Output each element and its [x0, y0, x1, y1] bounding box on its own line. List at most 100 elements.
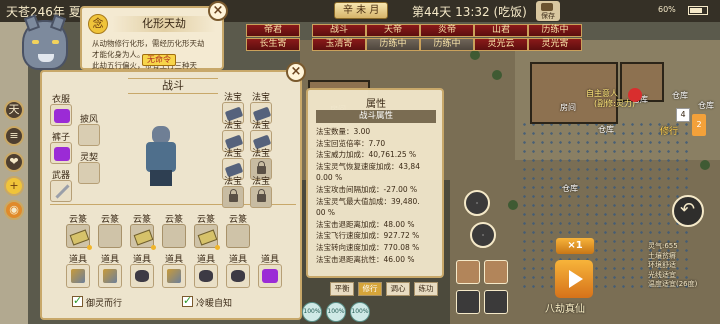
- purple-item-icon: [262, 269, 278, 283]
- side-btn-plus[interactable]: +: [4, 176, 24, 196]
- attribute-row: 法宝数量：3.00: [316, 127, 371, 136]
- faction-tag[interactable]: 灵光寄: [528, 38, 582, 51]
- speed-button[interactable]: ×1: [556, 238, 594, 254]
- skill-icon[interactable]: [484, 290, 508, 314]
- round-action-button[interactable]: ·: [470, 222, 496, 248]
- attribute-row: 法宝击退距离抗性：46.00 %: [316, 254, 415, 264]
- skill-icon[interactable]: [456, 290, 480, 314]
- tool-slot[interactable]: [226, 264, 250, 288]
- equip-slot[interactable]: [78, 124, 100, 146]
- side-btn-menu[interactable]: ≡: [4, 126, 24, 146]
- wolf-mouth-icon: [38, 54, 54, 62]
- tool-slot[interactable]: [130, 264, 154, 288]
- quest-close-button[interactable]: ×: [208, 1, 228, 21]
- heart-icon: ❤: [9, 155, 19, 168]
- info-line: 光线适宜: [648, 270, 676, 279]
- faction-tag[interactable]: 帝君: [246, 24, 300, 37]
- quest-panel: 念 化形天劫 从动物修行化形，需经历化形天劫 才能化身为人。 此劫五行偏火，带有…: [80, 6, 224, 70]
- attribute-row: 法宝击退距离加成：48.00 %: [316, 219, 415, 229]
- tool-slot[interactable]: [66, 264, 90, 288]
- cloud-seal-slot[interactable]: [66, 224, 92, 250]
- cloud-seal-slot[interactable]: [98, 224, 122, 248]
- side-btn-orb[interactable]: ◉: [4, 200, 24, 220]
- attributes-title: 属性: [340, 95, 412, 111]
- attributes-subtitle: 战斗属性: [316, 110, 436, 123]
- mode-button[interactable]: 练功: [414, 282, 438, 296]
- tool-slot[interactable]: [258, 264, 282, 288]
- skill-icon[interactable]: [484, 260, 508, 284]
- store-label: 仓库: [672, 91, 688, 100]
- star-dot-icon: [215, 245, 220, 250]
- tile-item-icon: [71, 269, 85, 283]
- option-checkbox[interactable]: [182, 294, 193, 307]
- quest-title: 化形天劫: [112, 16, 216, 32]
- mode-button[interactable]: 平衡: [330, 282, 354, 296]
- equip-slot[interactable]: [50, 142, 72, 164]
- no-command-stamp: 无命令: [142, 54, 176, 66]
- side-btn-sky[interactable]: 天: [4, 100, 24, 120]
- lock-icon: [229, 189, 238, 202]
- faction-tag[interactable]: 灵光云: [474, 38, 528, 51]
- dark-item-icon: [199, 270, 213, 282]
- figure-body: [146, 142, 176, 172]
- menu-icon: ≡: [9, 129, 19, 142]
- building-store[interactable]: 仓库: [620, 62, 664, 104]
- attribute-row: 法宝回览倍率：7.70: [316, 138, 386, 148]
- mode-button[interactable]: 修行: [358, 282, 382, 296]
- info-line: 环境舒适: [648, 261, 676, 269]
- tool-slot[interactable]: [162, 264, 186, 288]
- undo-button[interactable]: [672, 195, 704, 227]
- info-line: 灵气:655: [648, 242, 678, 250]
- skill-icon[interactable]: [456, 260, 480, 284]
- treasure-slot[interactable]: [250, 186, 272, 208]
- tree: [492, 70, 502, 80]
- faction-tag[interactable]: 历练中: [420, 38, 474, 51]
- cloud-seal-slot[interactable]: [194, 224, 220, 250]
- faction-tag[interactable]: 战斗: [312, 24, 366, 37]
- info-line: 温度适宜(26度): [648, 280, 698, 288]
- play-button[interactable]: [555, 260, 593, 298]
- npc-marker[interactable]: [628, 88, 642, 102]
- quest-icon: 念: [88, 14, 108, 34]
- tool-slot[interactable]: [194, 264, 218, 288]
- disk-icon: [541, 3, 553, 11]
- cloud-seal-slot[interactable]: [226, 224, 250, 248]
- cloud-seal-slot[interactable]: [162, 224, 186, 248]
- quest-line: 从动物修行化形，需经历化形天劫: [92, 39, 205, 48]
- attribute-row: 法宝攻击间隔加成：-27.00 %: [316, 184, 418, 194]
- percent-bubble: 100%: [326, 302, 346, 322]
- purple-item-icon: [54, 147, 70, 161]
- tool-slot[interactable]: [98, 264, 122, 288]
- side-btn-heart[interactable]: ❤: [4, 152, 24, 172]
- faction-tag[interactable]: 长生寄: [246, 38, 300, 51]
- faction-tag[interactable]: 历练中: [528, 24, 582, 37]
- attribute-row: 法宝灵气最大值加成：39,480.: [316, 196, 420, 206]
- treasure-slot[interactable]: [222, 186, 244, 208]
- equip-slot[interactable]: [78, 162, 100, 184]
- faction-tag[interactable]: 炎帝: [420, 24, 474, 37]
- option-checkbox[interactable]: [72, 294, 83, 307]
- plus-icon: +: [9, 179, 19, 192]
- faction-tag[interactable]: 山君: [474, 24, 528, 37]
- faction-tag[interactable]: 历练中: [366, 38, 420, 51]
- mode-button[interactable]: 调心: [386, 282, 410, 296]
- equip-slot[interactable]: [50, 104, 72, 126]
- attribute-row: 法宝转向速度加成：770.08 %: [316, 242, 420, 252]
- faction-tag[interactable]: 玉清寄: [312, 38, 366, 51]
- equip-slot[interactable]: [50, 180, 72, 202]
- blade-item-icon: [55, 184, 70, 199]
- store-label: 仓库: [562, 184, 578, 193]
- combat-close-button[interactable]: ×: [286, 62, 306, 82]
- room-label: 房间: [560, 103, 576, 112]
- faction-tag[interactable]: 天帝: [366, 24, 420, 37]
- cloud-seal-slot[interactable]: [130, 224, 156, 250]
- tile-item-icon: [167, 269, 181, 283]
- percent-bubble: 100%: [350, 302, 370, 322]
- store-label: 仓库: [698, 101, 714, 110]
- round-action-button[interactable]: ·: [464, 190, 490, 216]
- battery-icon: [688, 6, 708, 15]
- wolf-portrait[interactable]: [12, 14, 78, 74]
- attribute-row: 法宝飞行速度加成：927.72 %: [316, 231, 420, 241]
- attribute-list: 法宝数量：3.00 法宝回览倍率：7.70 法宝威力加成：40,761.25 % 法宝…: [316, 126, 444, 265]
- star-dot-icon: [151, 245, 156, 250]
